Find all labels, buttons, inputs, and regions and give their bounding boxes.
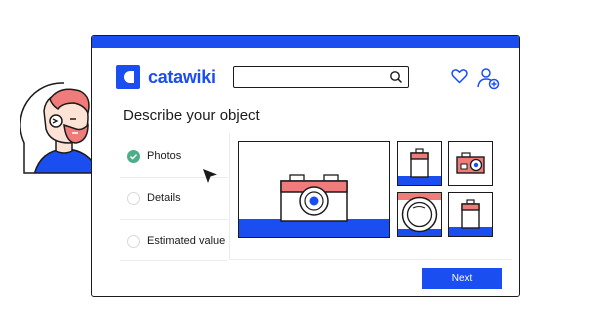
camera-icon — [455, 151, 485, 174]
step-label: Photos — [147, 150, 182, 162]
search-icon[interactable] — [389, 70, 403, 84]
step-estimated-value[interactable]: Estimated value — [120, 222, 228, 260]
step-label: Estimated value — [147, 235, 226, 247]
search-bar[interactable] — [233, 66, 409, 88]
camera-icon — [239, 173, 389, 237]
photo-thumbnail[interactable] — [397, 192, 442, 237]
add-user-icon[interactable] — [476, 66, 500, 90]
logo-text[interactable]: catawiki — [148, 65, 216, 89]
photo-thumbnail[interactable] — [448, 141, 493, 186]
lens-icon — [398, 193, 441, 236]
page-title: Describe your object — [123, 107, 260, 124]
main-photo[interactable] — [238, 141, 390, 238]
step-divider — [120, 260, 228, 261]
window-titlebar — [92, 36, 519, 48]
next-button[interactable]: Next — [422, 268, 502, 289]
app-window: catawiki Describe your object Photos Det… — [91, 35, 520, 297]
film-roll-icon — [398, 147, 441, 185]
logo-icon[interactable] — [116, 65, 140, 89]
film-roll-icon — [449, 198, 492, 236]
check-circle-icon — [127, 150, 140, 163]
heart-icon[interactable] — [451, 68, 468, 84]
empty-circle-icon — [127, 235, 140, 248]
search-input[interactable] — [238, 68, 392, 88]
photo-thumbnail[interactable] — [448, 192, 493, 237]
step-details[interactable]: Details — [120, 179, 228, 217]
empty-circle-icon — [127, 192, 140, 205]
step-label: Details — [147, 192, 181, 204]
photo-thumbnail[interactable] — [397, 141, 442, 186]
cursor-icon — [203, 169, 217, 183]
step-divider — [120, 219, 228, 220]
